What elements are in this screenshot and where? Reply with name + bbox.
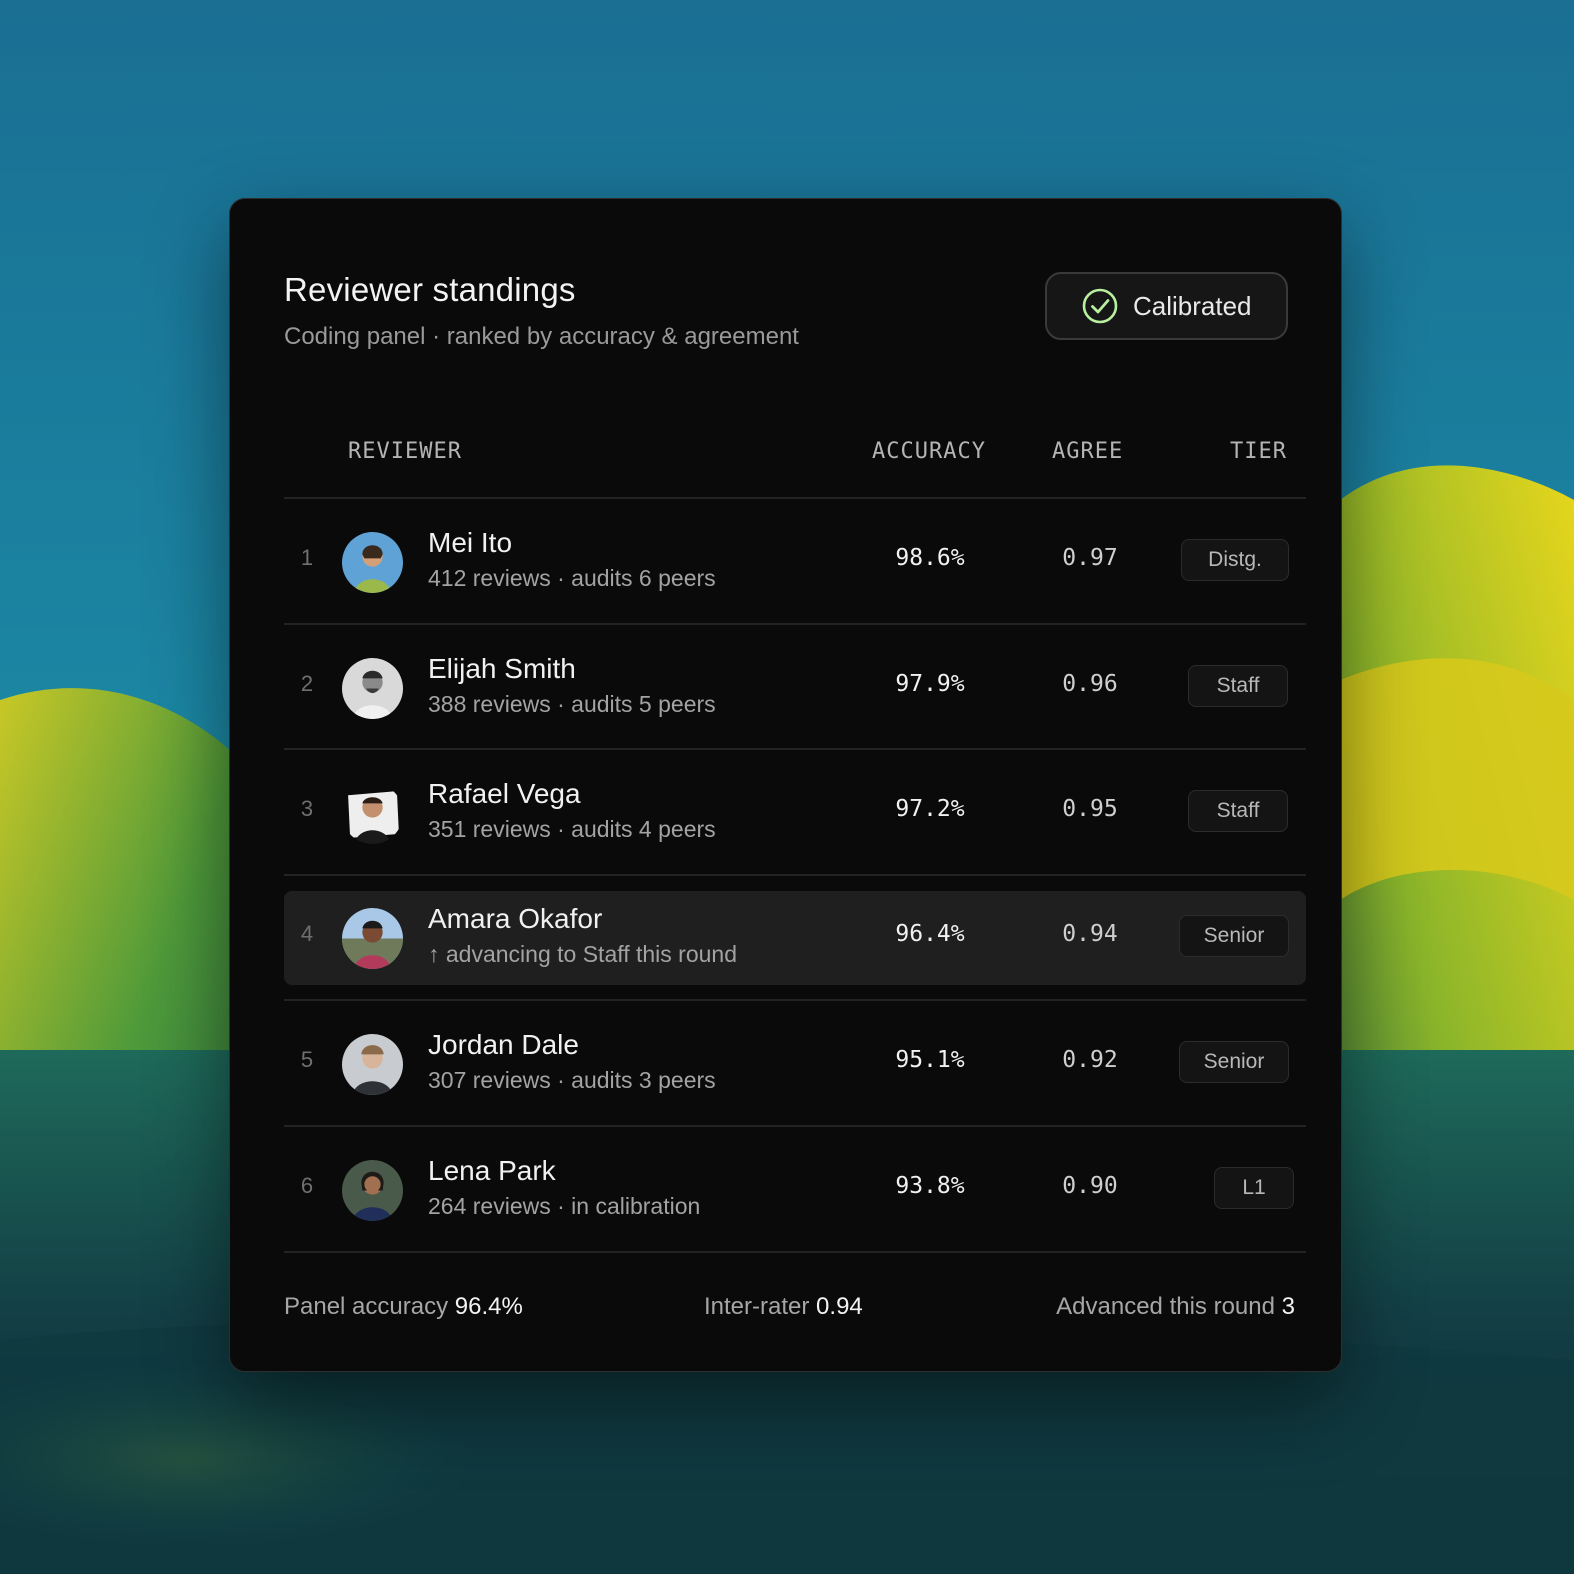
reviewer-meta: 412 reviews · audits 6 peers bbox=[428, 565, 716, 591]
reviewer-name: Lena Park bbox=[428, 1155, 556, 1186]
agree-value: 0.90 bbox=[1062, 1173, 1118, 1199]
tier-badge: Staff bbox=[1188, 665, 1288, 707]
panel-accuracy-value: 96.4% bbox=[454, 1293, 523, 1320]
table-row[interactable]: 5 Jordan Dale 307 reviews · audits 3 pee… bbox=[284, 1017, 1306, 1111]
column-header-agree[interactable]: AGREE bbox=[1052, 439, 1123, 464]
rank-number: 2 bbox=[300, 671, 314, 696]
tier-badge: Distg. bbox=[1181, 539, 1289, 581]
table-row[interactable]: 2 Elijah Smith 388 reviews · audits 5 pe… bbox=[284, 641, 1306, 735]
accuracy-value: 93.8% bbox=[895, 1173, 965, 1199]
calibrated-label: Calibrated bbox=[1133, 290, 1252, 321]
reviewer-name: Jordan Dale bbox=[428, 1029, 579, 1060]
reviewer-meta: 351 reviews · audits 4 peers bbox=[428, 816, 716, 842]
header-divider bbox=[284, 497, 1306, 499]
reviewer-name: Amara Okafor bbox=[428, 903, 603, 934]
reviewer-meta: 307 reviews · audits 3 peers bbox=[428, 1067, 716, 1093]
reviewer-standings-card: Reviewer standings Coding panel · ranked… bbox=[229, 198, 1342, 1372]
tier-badge: Staff bbox=[1188, 790, 1288, 832]
rank-number: 1 bbox=[300, 545, 314, 570]
column-header-tier[interactable]: TIER bbox=[1230, 439, 1287, 464]
tier-badge: Senior bbox=[1179, 915, 1289, 957]
tier-badge: Senior bbox=[1179, 1041, 1289, 1083]
panel-accuracy-label: Panel accuracy bbox=[284, 1293, 449, 1320]
accuracy-value: 96.4% bbox=[895, 921, 965, 947]
avatar bbox=[342, 658, 403, 719]
column-header-reviewer[interactable]: REVIEWER bbox=[348, 439, 462, 464]
avatar bbox=[342, 1034, 403, 1095]
row-divider bbox=[284, 623, 1306, 625]
advanced-value: 3 bbox=[1281, 1293, 1295, 1320]
avatar bbox=[342, 908, 403, 969]
accuracy-value: 97.2% bbox=[895, 796, 965, 822]
rank-number: 6 bbox=[300, 1173, 314, 1198]
accuracy-value: 97.9% bbox=[895, 671, 965, 697]
page-title: Reviewer standings bbox=[284, 271, 576, 308]
avatar bbox=[342, 1160, 403, 1221]
avatar bbox=[342, 783, 403, 844]
advanced-summary: Advanced this round 3 bbox=[1056, 1293, 1295, 1321]
rank-number: 5 bbox=[300, 1047, 314, 1072]
table-row-highlighted[interactable]: 4 Amara Okafor ↑ advancing to Staff this… bbox=[284, 891, 1306, 985]
reviewer-name: Mei Ito bbox=[428, 527, 513, 558]
table-row[interactable]: 6 Lena Park 264 reviews · in calibration… bbox=[284, 1143, 1306, 1237]
check-circle-icon bbox=[1082, 288, 1118, 324]
page-subtitle: Coding panel · ranked by accuracy & agre… bbox=[284, 323, 799, 350]
tier-badge: L1 bbox=[1214, 1167, 1294, 1209]
column-header-accuracy[interactable]: ACCURACY bbox=[872, 439, 986, 464]
agree-value: 0.97 bbox=[1062, 545, 1118, 571]
table-row[interactable]: 1 Mei Ito 412 reviews · audits 6 peers 9… bbox=[284, 515, 1306, 609]
inter-rater-summary: Inter-rater 0.94 bbox=[704, 1293, 863, 1321]
advancement-note: ↑ advancing to Staff this round bbox=[428, 941, 737, 967]
reviewer-meta: 388 reviews · audits 5 peers bbox=[428, 691, 716, 717]
row-divider bbox=[284, 1125, 1306, 1127]
accuracy-value: 98.6% bbox=[895, 545, 965, 571]
accuracy-value: 95.1% bbox=[895, 1047, 965, 1073]
agree-value: 0.94 bbox=[1062, 921, 1118, 947]
inter-rater-value: 0.94 bbox=[816, 1293, 863, 1320]
row-divider bbox=[284, 748, 1306, 750]
row-divider bbox=[284, 874, 1306, 876]
row-divider bbox=[284, 1251, 1306, 1253]
panel-accuracy-summary: Panel accuracy 96.4% bbox=[284, 1293, 523, 1321]
advanced-label: Advanced this round bbox=[1056, 1293, 1275, 1320]
table-row[interactable]: 3 Rafael Vega 351 reviews · audits 4 pee… bbox=[284, 766, 1306, 860]
agree-value: 0.95 bbox=[1062, 796, 1118, 822]
rank-number: 4 bbox=[300, 921, 314, 946]
avatar bbox=[342, 532, 403, 593]
reviewer-meta: 264 reviews · in calibration bbox=[428, 1193, 701, 1219]
row-divider bbox=[284, 999, 1306, 1001]
rank-number: 3 bbox=[300, 796, 314, 821]
calibrated-status-badge[interactable]: Calibrated bbox=[1045, 272, 1288, 340]
reviewer-name: Rafael Vega bbox=[428, 778, 581, 809]
inter-rater-label: Inter-rater bbox=[704, 1293, 810, 1320]
reviewer-name: Elijah Smith bbox=[428, 653, 576, 684]
agree-value: 0.92 bbox=[1062, 1047, 1118, 1073]
agree-value: 0.96 bbox=[1062, 671, 1118, 697]
